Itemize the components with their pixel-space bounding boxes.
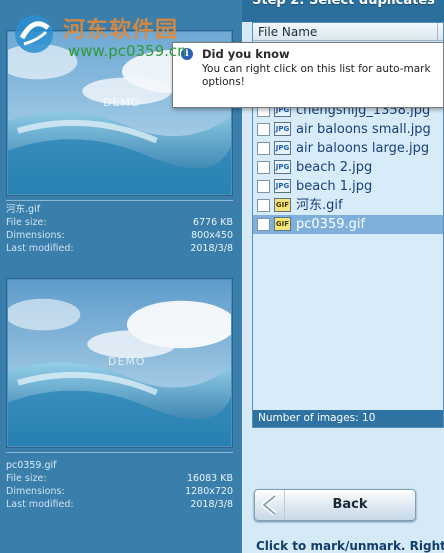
list-item[interactable]: JPG air baloons small.jpg (253, 120, 443, 139)
jpg-file-icon: JPG (274, 141, 291, 155)
file-name: beach 1.jpg (296, 179, 373, 194)
gif-file-icon: GIF (274, 217, 291, 231)
modified-label: Last modified: (6, 243, 74, 254)
preview-info-1: 河东.gif File size: 6776 KB Dimensions: 800x… (6, 203, 233, 255)
file-name: air baloons small.jpg (296, 122, 431, 137)
modified-value: 2018/3/8 (190, 499, 233, 510)
dimensions-label: Dimensions: (6, 486, 65, 497)
step-title: Step 2: Select duplicates (252, 0, 435, 8)
back-button[interactable]: Back (254, 489, 416, 521)
list-item-selected[interactable]: GIF pc0359.gif (253, 215, 443, 234)
watermark-url: www.pc0359.cn (68, 42, 187, 60)
mark-checkbox[interactable] (257, 123, 270, 136)
preview-image-2: DEMO (6, 278, 233, 448)
mark-checkbox[interactable] (257, 218, 270, 231)
demo-caption: DEMO (103, 96, 141, 109)
file-size-label: File size: (6, 217, 47, 228)
did-you-know-tooltip: i Did you know You can right click on th… (172, 42, 444, 108)
column-header-label: File Name (258, 25, 318, 39)
dimensions-value: 800x450 (191, 230, 233, 241)
file-size-label: File size: (6, 473, 47, 484)
list-item[interactable]: GIF 河东.gif (253, 196, 443, 215)
jpg-file-icon: JPG (274, 160, 291, 174)
column-divider[interactable] (437, 23, 438, 41)
list-item[interactable]: JPG beach 1.jpg (253, 177, 443, 196)
button-bar: Back (242, 482, 444, 526)
preview-filename: pc0359.gif (6, 460, 57, 471)
tooltip-title: Did you know (202, 47, 290, 61)
gif-file-icon: GIF (274, 198, 291, 212)
jpg-file-icon: JPG (274, 179, 291, 193)
image-count: Number of images: 10 (253, 410, 443, 427)
watermark-text: 河东软件园 (63, 18, 179, 43)
watermark-logo-icon (15, 15, 53, 53)
file-name: air baloons large.jpg (296, 141, 430, 156)
column-header-file-name[interactable]: File Name (253, 23, 443, 41)
dimensions-value: 1280x720 (185, 486, 233, 497)
tooltip-body: You can right click on this list for aut… (202, 63, 431, 88)
divider (6, 452, 233, 453)
preview-filename: 河东.gif (6, 204, 41, 215)
mark-checkbox[interactable] (257, 142, 270, 155)
status-text: Click to mark/unmark. Right (256, 539, 444, 553)
file-size-value: 6776 KB (193, 217, 233, 228)
list-item[interactable]: JPG air baloons large.jpg (253, 139, 443, 158)
mark-checkbox[interactable] (257, 199, 270, 212)
mark-checkbox[interactable] (257, 161, 270, 174)
list-item[interactable]: JPG beach 2.jpg (253, 158, 443, 177)
file-name: pc0359.gif (296, 217, 366, 232)
file-size-value: 16083 KB (187, 473, 233, 484)
file-name: beach 2.jpg (296, 160, 373, 175)
mark-checkbox[interactable] (257, 180, 270, 193)
dimensions-label: Dimensions: (6, 230, 65, 241)
back-button-label: Back (332, 497, 368, 512)
divider (6, 200, 233, 201)
demo-caption: DEMO (108, 355, 146, 368)
modified-value: 2018/3/8 (190, 243, 233, 254)
jpg-file-icon: JPG (274, 122, 291, 136)
preview-info-2: pc0359.gif File size: 16083 KB Dimensions… (6, 459, 233, 511)
back-arrow-icon (255, 490, 285, 520)
file-name: 河东.gif (296, 198, 343, 213)
modified-label: Last modified: (6, 499, 74, 510)
